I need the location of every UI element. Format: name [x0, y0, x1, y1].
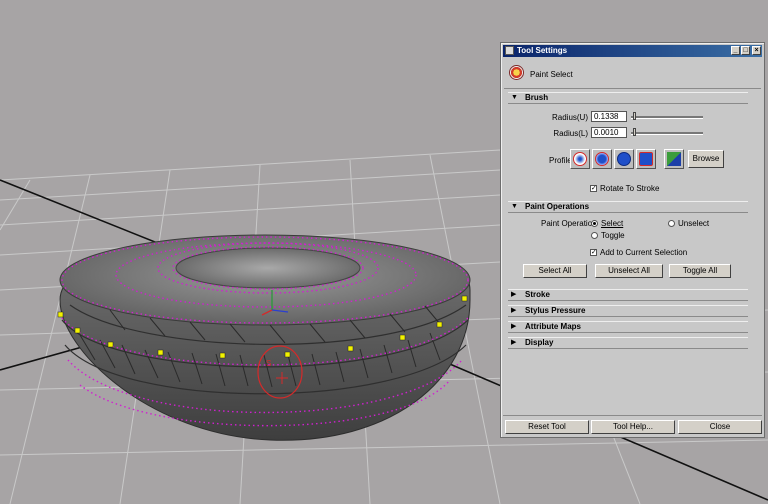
separator [504, 88, 761, 89]
soft-brush-icon [595, 152, 609, 166]
rotate-to-stroke-checkbox[interactable]: ✓ [590, 185, 597, 192]
profile-square-button[interactable] [636, 149, 656, 169]
section-stylus-pressure-header[interactable]: ▶ Stylus Pressure [508, 305, 748, 317]
section-label: Display [525, 338, 554, 347]
section-display-header[interactable]: ▶ Display [508, 337, 748, 349]
section-label: Stroke [525, 290, 550, 299]
unselect-all-button[interactable]: Unselect All [595, 264, 663, 278]
close-window-button[interactable]: × [752, 46, 761, 55]
radius-l-slider-thumb[interactable] [633, 128, 636, 136]
section-label: Brush [525, 93, 549, 102]
gaussian-brush-icon [573, 152, 587, 166]
radius-u-input[interactable]: 0.1338 [591, 111, 627, 122]
rotate-to-stroke-label: Rotate To Stroke [600, 184, 660, 193]
toggle-radio[interactable] [591, 232, 598, 239]
section-label: Stylus Pressure [525, 306, 586, 315]
tool-settings-window[interactable]: Tool Settings _ □ × Paint Select ▼ Brush… [500, 42, 765, 438]
radius-l-slider-track[interactable] [631, 132, 703, 135]
svg-text:S: S [266, 359, 271, 368]
maximize-button[interactable]: □ [741, 46, 750, 55]
radius-l-label: Radius(L) [553, 129, 588, 138]
collapsed-arrow-icon: ▶ [511, 339, 517, 346]
close-button[interactable]: Close [678, 420, 762, 434]
expanded-arrow-icon: ▼ [511, 203, 518, 210]
tool-header: Paint Select [505, 63, 760, 85]
section-label: Attribute Maps [525, 322, 581, 331]
square-brush-icon [639, 152, 653, 166]
toggle-radio-label: Toggle [601, 231, 625, 240]
profile-soft-button[interactable] [592, 149, 612, 169]
radius-u-slider-track[interactable] [631, 116, 703, 119]
profile-label: Profile [549, 156, 572, 165]
section-attribute-maps-header[interactable]: ▶ Attribute Maps [508, 321, 748, 333]
radius-u-label: Radius(U) [551, 113, 588, 122]
window-titlebar[interactable]: Tool Settings _ □ × [503, 45, 762, 57]
section-paint-operations-header[interactable]: ▼ Paint Operations [508, 201, 748, 213]
profile-gaussian-button[interactable] [570, 149, 590, 169]
add-to-selection-label: Add to Current Selection [600, 248, 688, 257]
image-brush-icon [667, 152, 681, 166]
section-stroke-header[interactable]: ▶ Stroke [508, 289, 748, 301]
section-brush-header[interactable]: ▼ Brush [508, 92, 748, 104]
solid-brush-icon [617, 152, 631, 166]
collapsed-arrow-icon: ▶ [511, 307, 517, 314]
paint-operation-label: Paint Operation [541, 219, 597, 228]
profile-solid-button[interactable] [614, 149, 634, 169]
unselect-radio[interactable] [668, 220, 675, 227]
radius-u-slider-thumb[interactable] [633, 112, 636, 120]
collapsed-arrow-icon: ▶ [511, 291, 517, 298]
window-app-icon [505, 46, 514, 55]
radius-l-input[interactable]: 0.0010 [591, 127, 627, 138]
toggle-all-button[interactable]: Toggle All [669, 264, 731, 278]
collapsed-arrow-icon: ▶ [511, 323, 517, 330]
expanded-arrow-icon: ▼ [511, 94, 518, 101]
footer-bar: Reset Tool Tool Help... Close [503, 415, 762, 436]
section-label: Paint Operations [525, 202, 590, 211]
unselect-radio-label: Unselect [678, 219, 710, 228]
add-to-selection-checkbox[interactable]: ✓ [590, 249, 597, 256]
tool-name: Paint Select [530, 70, 573, 79]
tool-help-button[interactable]: Tool Help... [591, 420, 675, 434]
profile-image-button[interactable] [664, 149, 684, 169]
minimize-button[interactable]: _ [731, 46, 740, 55]
select-radio-label: Select [601, 219, 624, 228]
select-all-button[interactable]: Select All [523, 264, 587, 278]
window-title: Tool Settings [517, 46, 568, 55]
browse-button[interactable]: Browse [688, 150, 724, 168]
paint-select-icon [509, 65, 524, 80]
select-radio[interactable] [591, 220, 598, 227]
reset-tool-button[interactable]: Reset Tool [505, 420, 589, 434]
